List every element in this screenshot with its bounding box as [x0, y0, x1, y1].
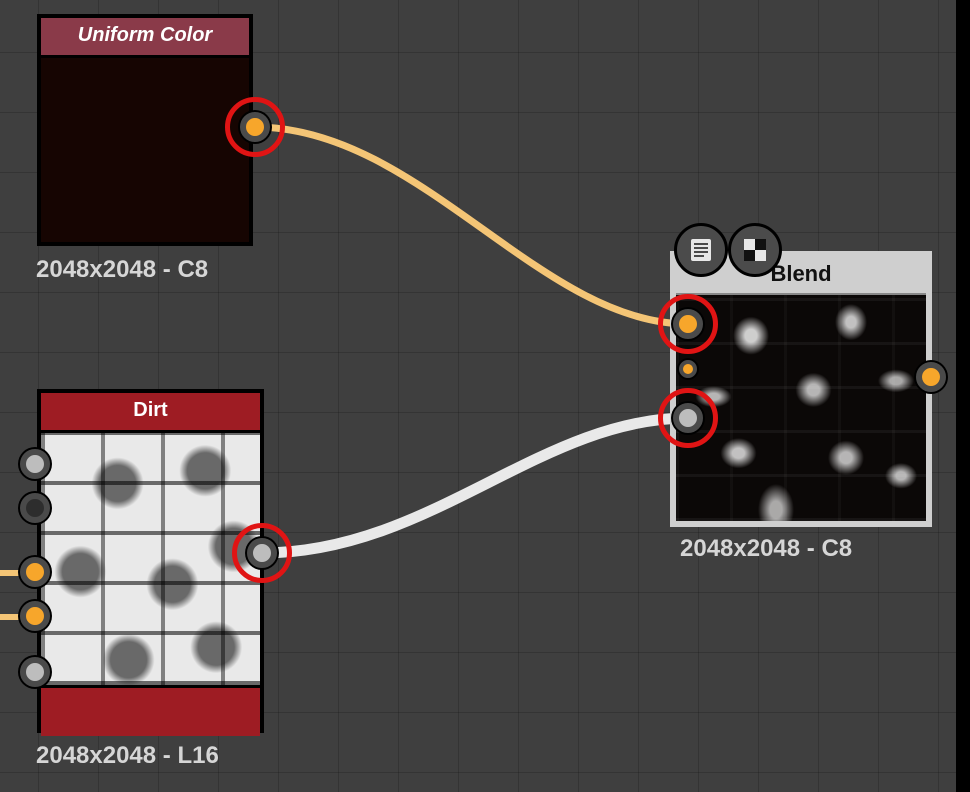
port-blend-output[interactable] — [916, 362, 946, 392]
node-info-label: 2048x2048 - L16 — [36, 742, 219, 770]
port-uniform-color-output[interactable] — [240, 112, 270, 142]
node-graph-canvas[interactable]: Uniform Color 2048x2048 - C8 Dirt 2048x2… — [0, 0, 970, 792]
port-blend-input-background[interactable] — [673, 403, 703, 433]
port-blend-input-foreground[interactable] — [673, 309, 703, 339]
viewport-edge — [956, 0, 970, 792]
node-title: Uniform Color — [41, 18, 249, 58]
port-dirt-output[interactable] — [247, 538, 277, 568]
node-info-label: 2048x2048 - C8 — [680, 535, 852, 563]
node-footer — [41, 685, 260, 736]
node-blend[interactable]: Blend — [670, 251, 932, 527]
node-preview — [676, 293, 926, 521]
node-preview — [41, 433, 260, 685]
port-dirt-input-4[interactable] — [20, 601, 50, 631]
view-2d-icon[interactable] — [728, 223, 782, 277]
node-preview — [41, 58, 249, 242]
properties-icon[interactable] — [674, 223, 728, 277]
port-dirt-input-3[interactable] — [20, 557, 50, 587]
port-dirt-input-1[interactable] — [20, 449, 50, 479]
port-dirt-input-5[interactable] — [20, 657, 50, 687]
node-info-label: 2048x2048 - C8 — [36, 256, 208, 284]
node-uniform-color[interactable]: Uniform Color — [37, 14, 253, 246]
port-blend-input-opacity[interactable] — [679, 360, 697, 378]
port-dirt-input-2[interactable] — [20, 493, 50, 523]
node-title: Dirt — [41, 393, 260, 433]
node-dirt[interactable]: Dirt — [37, 389, 264, 733]
